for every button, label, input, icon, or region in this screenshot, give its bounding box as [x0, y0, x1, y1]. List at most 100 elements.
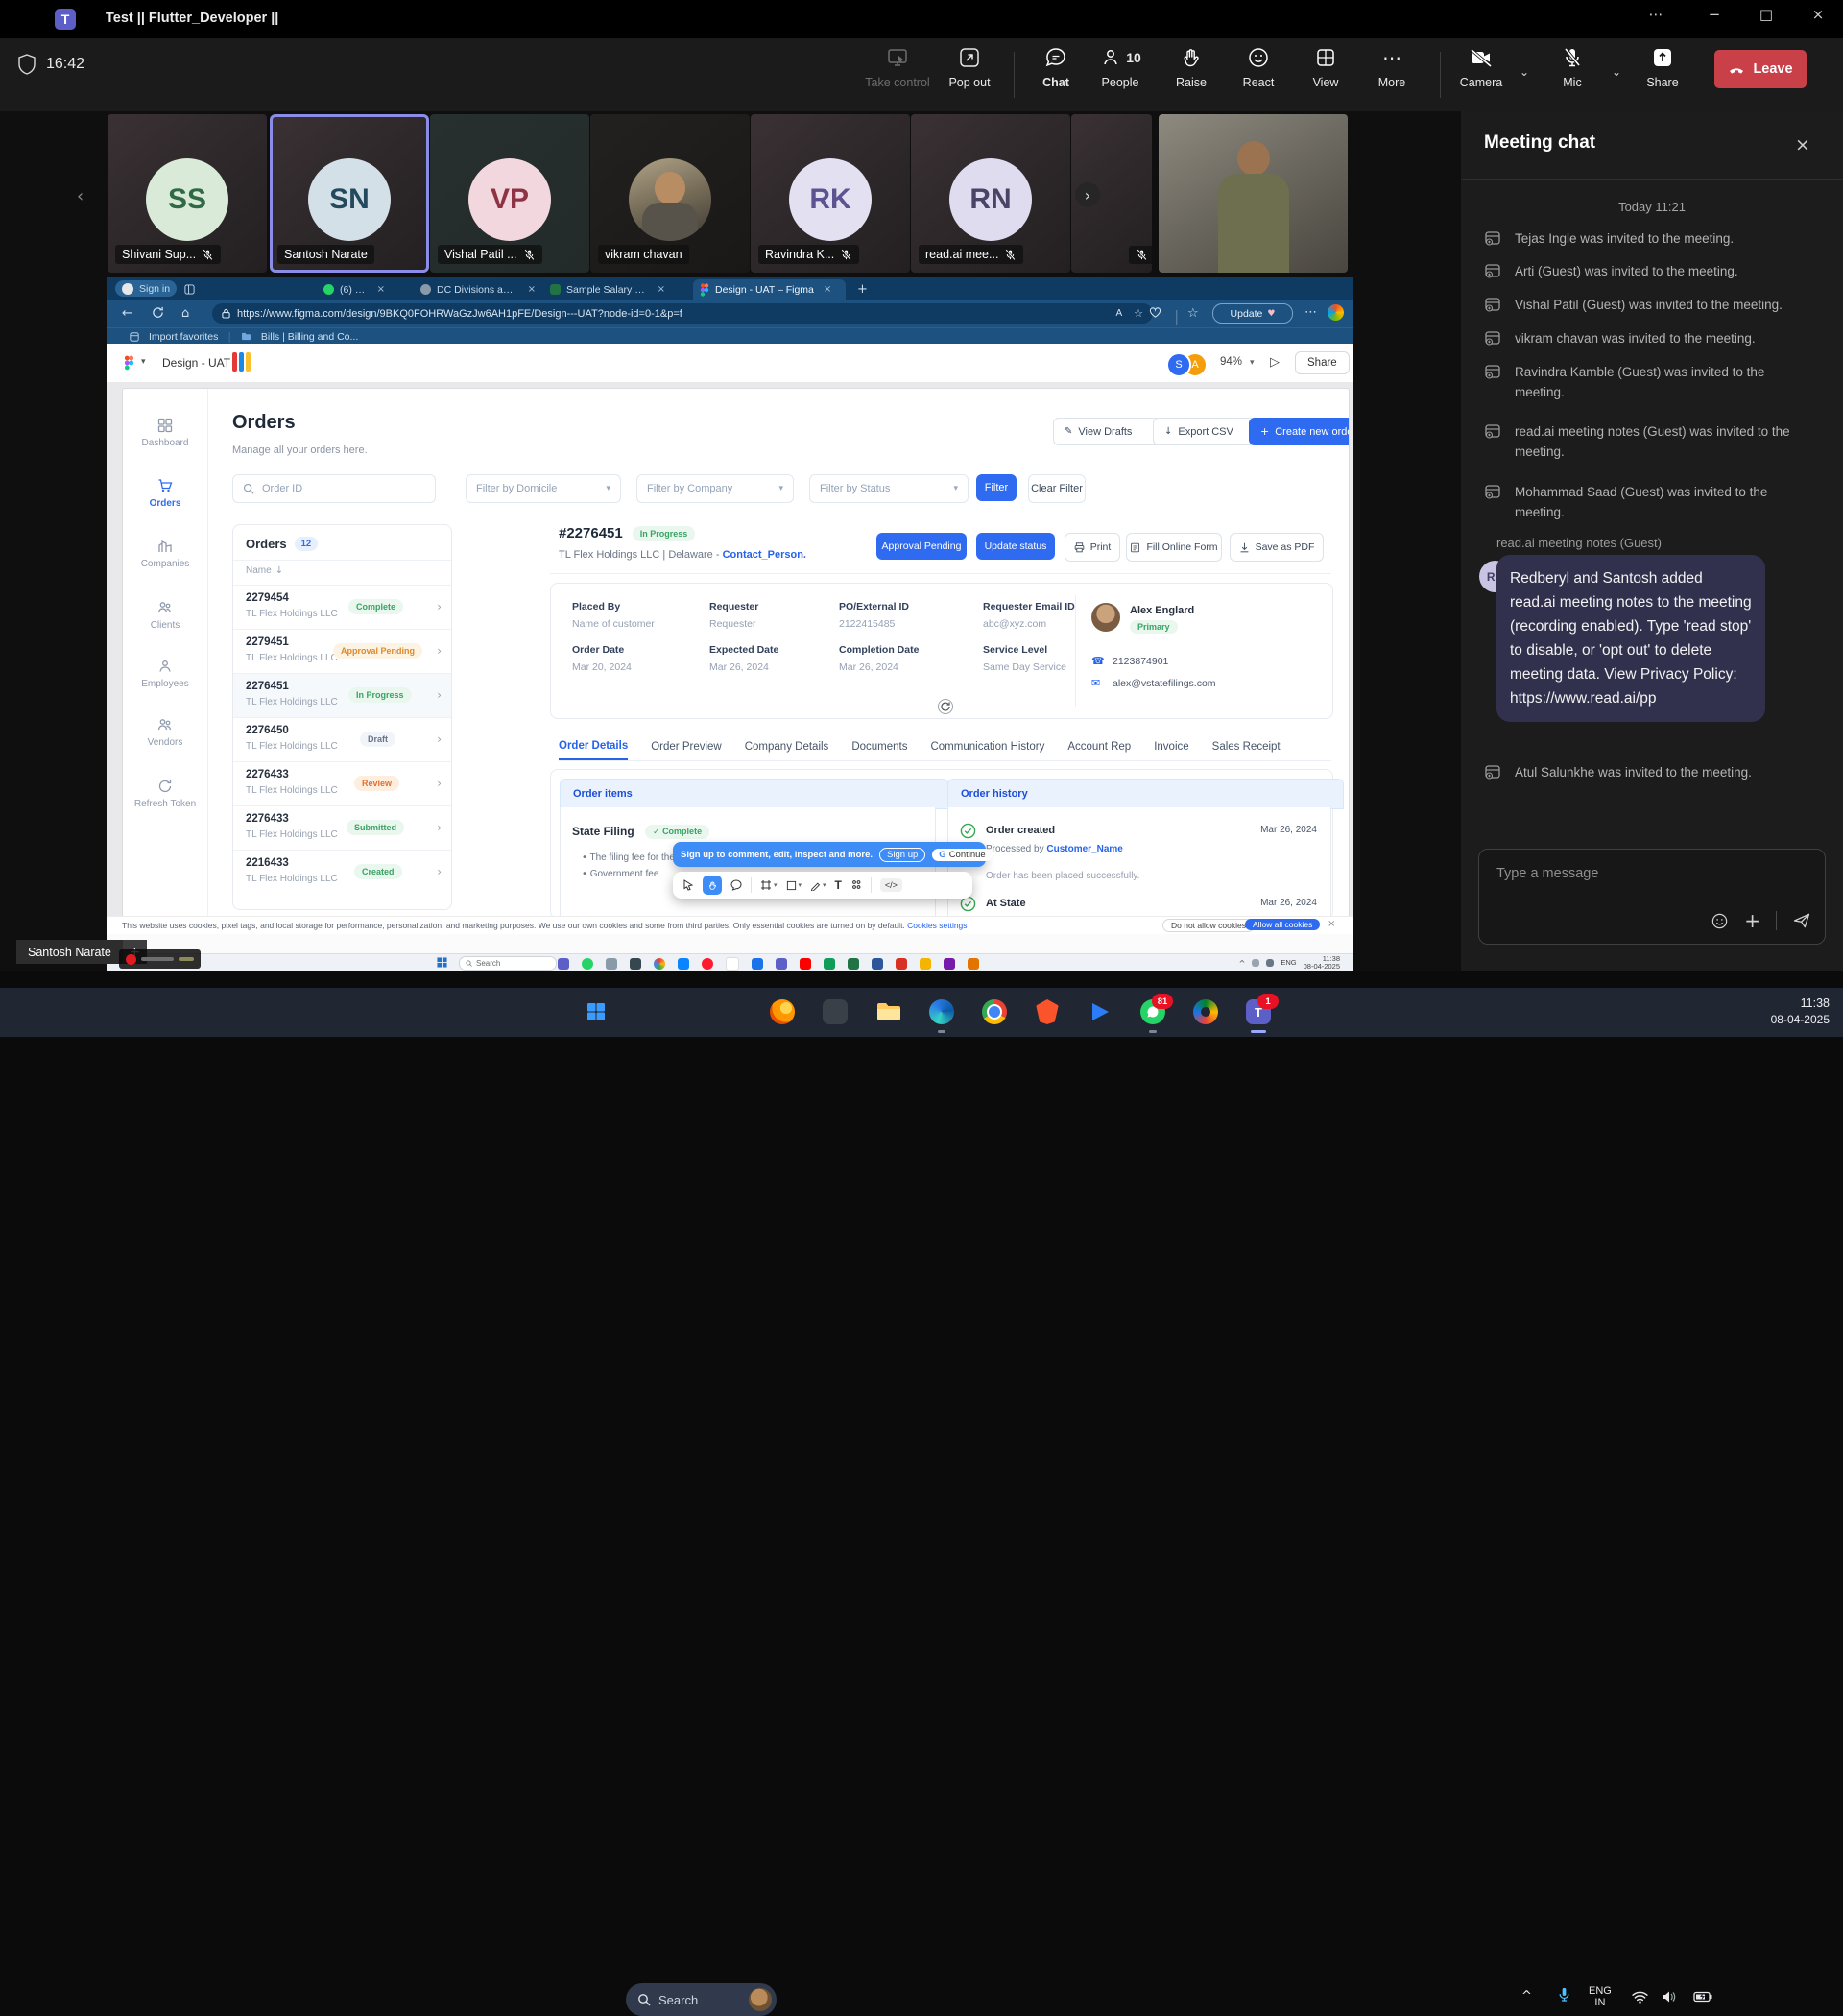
participant-tile[interactable]: RN read.ai mee...	[911, 114, 1070, 273]
order-row[interactable]: 2216433 TL Flex Holdings LLC Created ›	[233, 850, 451, 895]
favorite-star-icon[interactable]: ☆	[1134, 307, 1143, 320]
brave-icon[interactable]	[1033, 997, 1062, 1026]
approval-pending-button[interactable]: Approval Pending	[876, 533, 967, 560]
browser-essentials-icon[interactable]	[1149, 306, 1161, 319]
tab-sales-receipt[interactable]: Sales Receipt	[1212, 741, 1281, 759]
tab-communication-history[interactable]: Communication History	[930, 741, 1044, 759]
frame-tool-icon[interactable]: ▾	[760, 879, 778, 891]
favorites-bar-icon[interactable]: ☆	[1187, 306, 1199, 321]
browser-profile-button[interactable]: Sign in	[115, 280, 177, 297]
sidebar-item-employees[interactable]: Employees	[123, 659, 207, 689]
contact-person-link[interactable]: Contact_Person.	[723, 549, 806, 561]
new-tab-button[interactable]: +	[850, 279, 874, 300]
sidebar-item-dashboard[interactable]: Dashboard	[123, 418, 207, 448]
order-row[interactable]: 2276433 TL Flex Holdings LLC Review ›	[233, 761, 451, 806]
chat-close-icon[interactable]: ×	[1795, 134, 1810, 156]
figma-signup-button[interactable]: Sign up	[879, 848, 925, 862]
participant-tile-video[interactable]	[1159, 114, 1348, 273]
tab-actions-icon[interactable]	[178, 279, 202, 300]
tab-close-icon[interactable]: ×	[528, 284, 536, 295]
reload-icon[interactable]	[152, 306, 164, 319]
create-new-order-button[interactable]: + Create new order	[1249, 418, 1350, 445]
shared-taskbar-icons[interactable]	[558, 957, 979, 971]
components-tool-icon[interactable]	[850, 879, 862, 891]
sidebar-item-vendors[interactable]: Vendors	[123, 717, 207, 748]
camera-options-chevron[interactable]: ⌄	[1520, 65, 1529, 79]
start-button[interactable]	[582, 997, 610, 1026]
sort-by-name[interactable]: Name	[246, 565, 272, 576]
filter-apply-button[interactable]: Filter	[976, 474, 1017, 501]
tab-invoice[interactable]: Invoice	[1154, 741, 1188, 759]
dark-app-icon[interactable]	[821, 997, 850, 1026]
zoom-level[interactable]: 94%	[1220, 356, 1242, 368]
filter-company-select[interactable]: Filter by Company ▾	[636, 474, 794, 503]
order-id-search-input[interactable]: Order ID	[232, 474, 436, 503]
participant-tile-active-speaker[interactable]: SN Santosh Narate	[270, 114, 429, 273]
tray-clock[interactable]: 11:38 08-04-2025	[1771, 996, 1830, 1028]
browser-tab-dc-divisions[interactable]: DC Divisions and Surroundings ×	[414, 279, 542, 300]
window-more-button[interactable]: ⋯	[1641, 6, 1670, 23]
teams-icon[interactable]: T 1	[1244, 997, 1273, 1026]
collaborator-avatar[interactable]: S	[1166, 352, 1191, 377]
tray-expand-icon[interactable]: ^	[1521, 1989, 1532, 2004]
tab-order-details[interactable]: Order Details	[559, 740, 628, 760]
order-row[interactable]: 2279451 TL Flex Holdings LLC Approval Pe…	[233, 629, 451, 674]
order-row-selected[interactable]: 2276451 TL Flex Holdings LLC In Progress…	[233, 673, 451, 718]
tab-account-rep[interactable]: Account Rep	[1067, 741, 1131, 759]
home-icon[interactable]: ⌂	[181, 306, 189, 321]
fill-online-form-button[interactable]: Fill Online Form	[1126, 533, 1222, 562]
tray-wifi-icon[interactable]	[1632, 1991, 1648, 2004]
chrome-icon[interactable]	[980, 997, 1009, 1026]
import-favorites[interactable]: Import favorites	[149, 331, 218, 343]
hand-tool-icon-active[interactable]	[703, 876, 722, 895]
meet-icon[interactable]	[1191, 997, 1220, 1026]
camera-button[interactable]: Camera	[1452, 46, 1510, 89]
print-button[interactable]: Print	[1065, 533, 1120, 562]
customer-name-link[interactable]: Customer_Name	[1046, 844, 1122, 854]
tiles-scroll-left-icon[interactable]: ‹	[77, 186, 84, 206]
sidebar-item-companies[interactable]: Companies	[123, 539, 207, 569]
leave-button[interactable]: Leave	[1714, 50, 1807, 88]
shape-tool-icon[interactable]: ▾	[786, 880, 802, 891]
favorites-folder-bills[interactable]: Bills | Billing and Co...	[261, 331, 358, 343]
tray-language[interactable]: ENGIN	[1589, 1985, 1612, 2008]
tab-close-icon[interactable]: ×	[658, 284, 665, 295]
contact-phone[interactable]: 2123874901	[1113, 656, 1168, 667]
participant-tile[interactable]: VP Vishal Patil ...	[430, 114, 589, 273]
attach-plus-icon[interactable]: +	[1744, 909, 1760, 932]
tiles-scroll-right-button[interactable]: ›	[1075, 182, 1100, 207]
taskbar-search-box[interactable]: Search	[626, 1983, 777, 2016]
pop-out-button[interactable]: Pop out	[926, 46, 1013, 89]
figma-menu-icon[interactable]	[124, 355, 134, 371]
browser-tab-whatsapp[interactable]: (6) WhatsApp ×	[317, 279, 392, 300]
participant-tile[interactable]: RK Ravindra K...	[751, 114, 910, 273]
filter-clear-button[interactable]: Clear Filter	[1028, 474, 1086, 503]
tab-order-preview[interactable]: Order Preview	[651, 741, 722, 759]
figma-share-button[interactable]: Share	[1295, 351, 1350, 374]
shared-start-icon[interactable]	[437, 957, 447, 968]
filter-domicile-select[interactable]: Filter by Domicile ▾	[466, 474, 621, 503]
share-button[interactable]: Share	[1619, 46, 1706, 89]
cookie-settings-link[interactable]: Cookies settings	[907, 921, 967, 930]
shared-search-box[interactable]: Search	[459, 956, 557, 971]
back-icon[interactable]: ←	[122, 306, 132, 321]
chat-message-input[interactable]: Type a message +	[1478, 849, 1826, 945]
order-row[interactable]: 2276450 TL Flex Holdings LLC Draft ›	[233, 717, 451, 762]
update-browser-button[interactable]: Update ♥	[1212, 303, 1293, 324]
order-row[interactable]: 2279454 TL Flex Holdings LLC Complete ›	[233, 585, 451, 630]
window-minimize-button[interactable]: −	[1700, 6, 1729, 23]
figma-file-name[interactable]: Design - UAT	[162, 356, 230, 370]
more-button[interactable]: ⋯ More	[1349, 46, 1435, 89]
participant-tile[interactable]: SS Shivani Sup...	[108, 114, 267, 273]
text-tool-icon[interactable]: T	[835, 878, 842, 892]
tray-volume-icon[interactable]	[1662, 1990, 1677, 2004]
participant-tile[interactable]: vikram chavan	[590, 114, 750, 273]
zoom-chevron[interactable]: ▾	[1250, 358, 1255, 368]
browser-tab-salary-sheet[interactable]: Sample Salary Structure with calc ×	[543, 279, 672, 300]
send-icon[interactable]	[1792, 911, 1811, 930]
copilot-icon[interactable]	[1328, 304, 1344, 321]
deny-cookies-button[interactable]: Do not allow cookies	[1162, 919, 1255, 932]
move-tool-icon[interactable]	[682, 879, 694, 891]
present-play-icon[interactable]: ▷	[1270, 355, 1280, 370]
order-row[interactable]: 2276433 TL Flex Holdings LLC Submitted ›	[233, 805, 451, 851]
